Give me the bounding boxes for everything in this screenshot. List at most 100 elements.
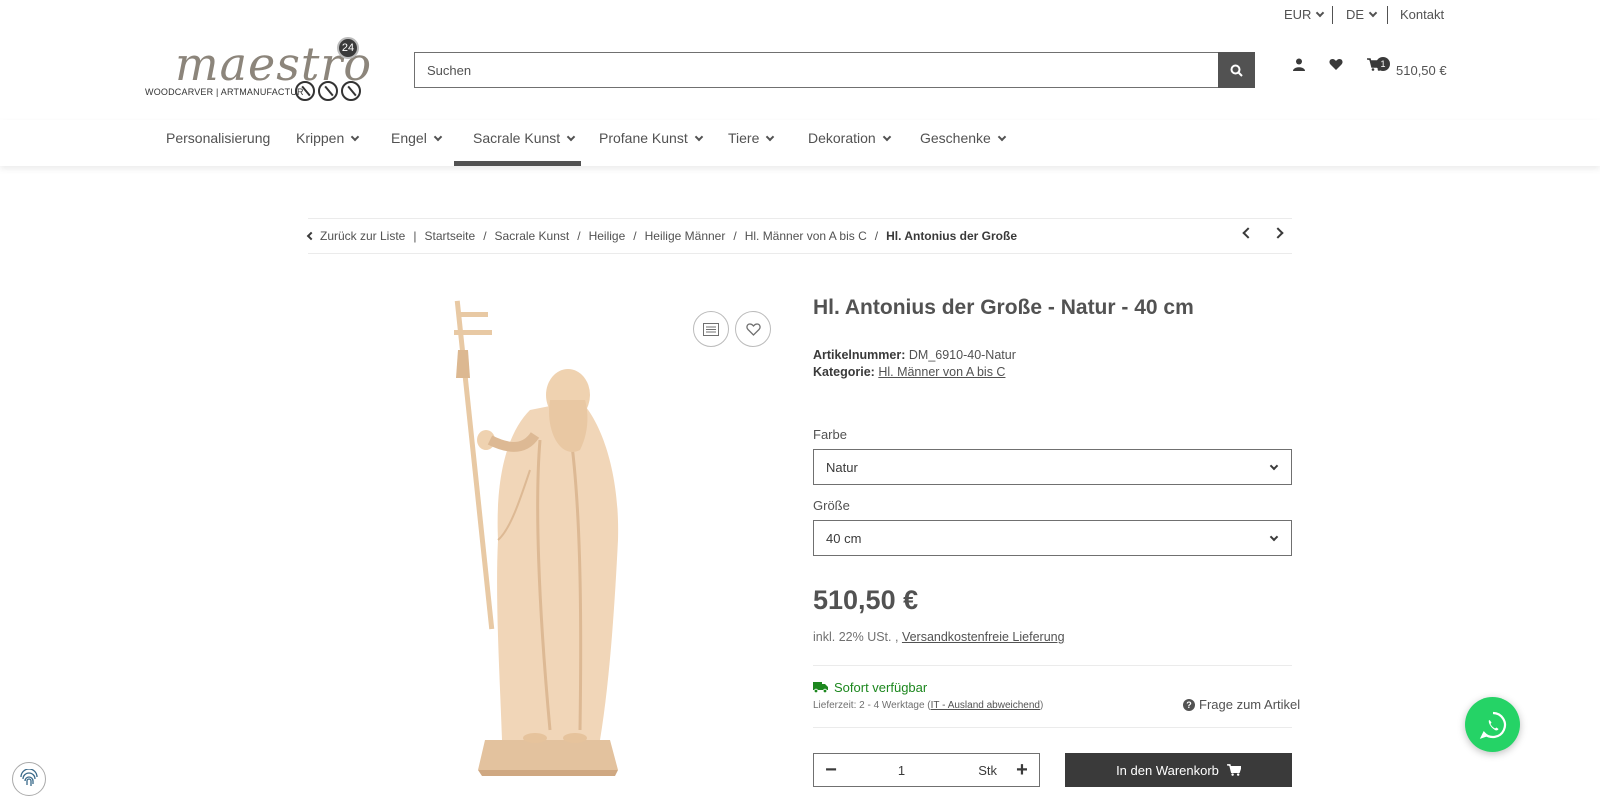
chevron-down-icon (1269, 532, 1279, 541)
availability-label: Sofort verfügbar (834, 680, 928, 695)
ask-question-link[interactable]: ? Frage zum Artikel (1183, 697, 1300, 712)
search-icon (1230, 64, 1243, 77)
color-label: Farbe (813, 427, 847, 442)
question-icon: ? (1183, 698, 1195, 711)
quantity-stepper: − 1 Stk + (813, 753, 1040, 787)
heart-outline-icon (745, 322, 761, 336)
cart-icon (1226, 764, 1241, 776)
nav-item-profane-kunst[interactable]: Profane Kunst (599, 130, 703, 146)
contact-link[interactable]: Kontakt (1400, 7, 1444, 22)
breadcrumb-maenner-a-c[interactable]: Hl. Männer von A bis C (745, 229, 867, 243)
nav-active-indicator (454, 161, 581, 166)
size-select-value: 40 cm (826, 530, 862, 546)
back-to-list-link[interactable]: Zurück zur Liste (306, 229, 406, 243)
breadcrumb-separator: / (874, 229, 879, 243)
sku-value: DM_6910-40-Natur (908, 348, 1016, 362)
product-image[interactable] (440, 300, 660, 778)
increase-quantity-button[interactable]: + (1005, 759, 1039, 782)
logo-badge: 24 (337, 37, 359, 59)
compare-button[interactable] (693, 311, 729, 347)
logo-tool-icons (295, 81, 361, 101)
fingerprint-icon (20, 769, 38, 786)
category-link[interactable]: Hl. Männer von A bis C (878, 365, 1005, 379)
nav-item-geschenke[interactable]: Geschenke (920, 130, 1007, 146)
nav-item-krippen[interactable]: Krippen (296, 130, 360, 146)
nav-item-tiere[interactable]: Tiere (728, 130, 775, 146)
shipping-info-link[interactable]: Versandkostenfreie Lieferung (902, 630, 1065, 644)
divider (813, 665, 1292, 666)
nav-item-label: Geschenke (920, 130, 991, 146)
divider (1387, 6, 1388, 24)
nav-item-personalisierung[interactable]: Personalisierung (166, 130, 270, 146)
add-to-wishlist-button[interactable] (735, 311, 771, 347)
search-bar (414, 52, 1255, 88)
chevron-down-icon (766, 132, 775, 141)
breadcrumb-startseite[interactable]: Startseite (424, 229, 475, 243)
color-select-value: Natur (826, 459, 858, 475)
nav-item-label: Profane Kunst (599, 130, 688, 146)
chevron-down-icon (997, 132, 1007, 141)
size-select[interactable]: 40 cm (813, 520, 1292, 556)
sku-label: Artikelnummer: (813, 348, 906, 362)
currency-label: EUR (1284, 7, 1312, 22)
chevron-left-icon (306, 231, 316, 241)
ask-question-label: Frage zum Artikel (1199, 697, 1301, 712)
product-pager (1242, 227, 1284, 239)
delivery-suffix: ) (1040, 700, 1044, 711)
chevron-down-icon (351, 132, 360, 141)
breadcrumb-heilige-maenner[interactable]: Heilige Männer (645, 229, 726, 243)
breadcrumb-current: Hl. Antonius der Große (886, 229, 1017, 243)
color-select[interactable]: Natur (813, 449, 1292, 485)
size-label: Größe (813, 498, 850, 513)
delivery-time: Lieferzeit: 2 - 4 Werktage (IT - Ausland… (813, 700, 1043, 711)
nav-item-label: Krippen (296, 130, 345, 146)
cart-total[interactable]: 510,50 € (1396, 63, 1447, 78)
currency-dropdown[interactable]: EUR (1284, 7, 1325, 22)
sku-row: Artikelnummer: DM_6910-40-Natur (813, 348, 1016, 362)
delivery-abroad-link[interactable]: IT - Ausland abweichend (931, 700, 1040, 711)
whatsapp-icon (1479, 711, 1506, 739)
back-to-list-label: Zurück zur Liste (320, 229, 406, 243)
decrease-quantity-button[interactable]: − (814, 759, 848, 782)
privacy-settings-button[interactable] (12, 762, 46, 796)
chevron-down-icon (566, 132, 576, 141)
nav-item-sacrale-kunst[interactable]: Sacrale Kunst (473, 130, 576, 146)
chevron-down-icon (1269, 461, 1279, 470)
divider (1332, 6, 1333, 24)
next-product-icon[interactable] (1272, 227, 1284, 239)
nav-item-engel[interactable]: Engel (391, 130, 443, 146)
breadcrumb-separator: / (733, 229, 737, 243)
chisel-icon (295, 81, 315, 101)
list-icon (703, 322, 719, 336)
breadcrumb-heilige[interactable]: Heilige (589, 229, 626, 243)
add-to-cart-button[interactable]: In den Warenkorb (1065, 753, 1292, 787)
search-button[interactable] (1218, 52, 1255, 88)
quantity-unit: Stk (978, 762, 997, 778)
whatsapp-chat-button[interactable] (1465, 697, 1520, 752)
account-button[interactable] (1293, 58, 1305, 71)
previous-product-icon[interactable] (1242, 227, 1254, 239)
top-bar: EUR DE Kontakt (0, 0, 1600, 30)
language-dropdown[interactable]: DE (1346, 7, 1378, 22)
add-to-cart-label: In den Warenkorb (1116, 762, 1219, 778)
site-logo[interactable]: maestro 24 WOODCARVER | ARTMANUFACTUR (145, 37, 371, 103)
heart-icon (1329, 59, 1343, 70)
breadcrumb: Zurück zur Liste | Startseite / Sacrale … (306, 218, 1292, 254)
search-input[interactable] (414, 52, 1218, 88)
quantity-input[interactable]: 1 (848, 763, 955, 778)
user-icon (1293, 58, 1305, 71)
chevron-down-icon (1368, 8, 1378, 18)
chevron-down-icon (433, 132, 443, 141)
breadcrumb-sacrale-kunst[interactable]: Sacrale Kunst (495, 229, 570, 243)
delivery-prefix: Lieferzeit: 2 - 4 Werktage ( (813, 700, 931, 711)
wishlist-button[interactable] (1329, 58, 1343, 71)
chevron-down-icon (694, 132, 703, 141)
nav-item-label: Sacrale Kunst (473, 130, 561, 146)
vat-text: inkl. 22% USt. , (813, 630, 899, 644)
product-title: Hl. Antonius der Große - Natur - 40 cm (813, 296, 1194, 319)
category-row: Kategorie: Hl. Männer von A bis C (813, 365, 1005, 379)
breadcrumb-separator: / (633, 229, 637, 243)
breadcrumb-separator: / (483, 229, 487, 243)
nav-item-label: Dekoration (808, 130, 876, 146)
nav-item-dekoration[interactable]: Dekoration (808, 130, 891, 146)
